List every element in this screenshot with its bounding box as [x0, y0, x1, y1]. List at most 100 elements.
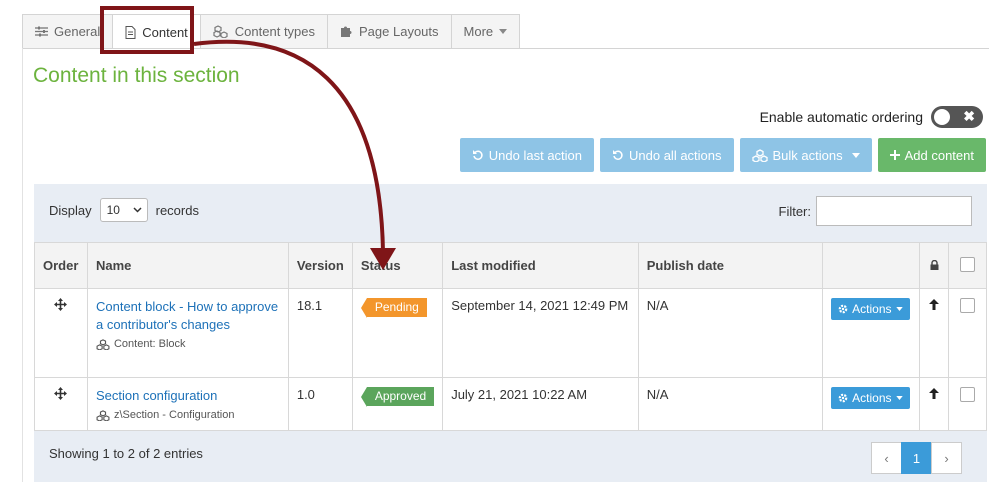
auto-ordering: Enable automatic ordering ✖ [760, 106, 983, 128]
gear-icon [838, 304, 848, 314]
row-checkbox[interactable] [960, 298, 976, 313]
toggle-knob [934, 109, 950, 125]
pagination: ‹ 1 › [871, 442, 962, 474]
version-cell: 18.1 [287, 288, 353, 378]
pagination-next[interactable]: › [931, 442, 962, 474]
col-order[interactable]: Order [34, 242, 88, 289]
content-link[interactable]: Section configuration [96, 387, 280, 405]
pagination-page[interactable]: 1 [901, 442, 932, 474]
undo-all-actions-button[interactable]: Undo all actions [600, 138, 734, 172]
table-header-row: Order Name Version Status Last modified … [34, 242, 987, 289]
row-checkbox[interactable] [960, 387, 976, 402]
drag-handle[interactable] [34, 377, 88, 431]
actions-label: Actions [852, 302, 892, 316]
status-badge: Pending [360, 298, 427, 318]
table-row: Content block - How to approve a contrib… [34, 288, 987, 378]
records-per-page-select[interactable]: 10 [99, 198, 148, 222]
gear-icon [838, 393, 848, 403]
select-cell [948, 288, 987, 378]
publish-date-cell: N/A [637, 288, 824, 378]
auto-ordering-label: Enable automatic ordering [759, 109, 923, 125]
publish-date-cell: N/A [637, 377, 824, 431]
undo-icon [472, 150, 483, 160]
content-panel: Display 10 records Filter: Order Name Ve… [34, 184, 987, 482]
display-label: Display [49, 202, 92, 218]
records-per-page-value: 10 [106, 203, 120, 217]
col-status[interactable]: Status [351, 242, 444, 289]
tab-more[interactable]: More [450, 14, 521, 48]
cubes-icon [96, 338, 110, 350]
status-badge: Approved [360, 387, 435, 407]
content-type: z\Section - Configuration [96, 409, 280, 421]
status-cell: Approved [351, 377, 444, 431]
annotation-highlight-box [100, 6, 194, 54]
name-cell: Content block - How to approve a contrib… [86, 288, 289, 378]
status-cell: Pending [351, 288, 444, 378]
name-cell: Section configuration z\Section - Config… [86, 377, 289, 431]
filter-input[interactable] [816, 196, 972, 226]
content-type-label: Content: Block [113, 338, 186, 350]
caret-down-icon [895, 307, 903, 311]
actions-button[interactable]: Actions [831, 387, 910, 409]
content-left-border [22, 48, 23, 482]
actions-label: Actions [852, 391, 892, 405]
toolbar: Undo last action Undo all actions Bulk a… [459, 138, 986, 172]
filter-label: Filter: [778, 203, 812, 219]
close-icon: ✖ [963, 108, 975, 124]
bulk-actions-label: Bulk actions [772, 147, 843, 163]
bulk-actions-button[interactable]: Bulk actions [739, 138, 872, 172]
last-modified-cell: September 14, 2021 12:49 PM [442, 288, 639, 378]
cubes-icon [751, 148, 768, 162]
move-icon [54, 387, 68, 400]
col-publish-date[interactable]: Publish date [637, 242, 824, 289]
undo-last-action-button[interactable]: Undo last action [459, 138, 595, 172]
content-type-label: z\Section - Configuration [113, 409, 235, 421]
tab-page-layouts-label: Page Layouts [359, 24, 439, 39]
add-content-button[interactable]: Add content [877, 138, 986, 172]
col-name[interactable]: Name [86, 242, 289, 289]
sliders-icon [35, 26, 48, 37]
section-title: Content in this section [33, 64, 240, 87]
tab-general-label: General [54, 24, 101, 39]
content-table: Order Name Version Status Last modified … [34, 242, 987, 431]
add-content-label: Add content [904, 147, 974, 163]
display-records: Display 10 records [49, 198, 199, 222]
select-cell [948, 377, 987, 431]
tab-bar: General Content Content types Page Layou… [22, 14, 521, 49]
pagination-prev[interactable]: ‹ [871, 442, 902, 474]
arrow-up-icon[interactable] [929, 388, 940, 399]
lock-icon [930, 259, 939, 270]
cubes-icon [213, 25, 228, 38]
actions-cell: Actions [822, 288, 921, 378]
undo-all-actions-label: Undo all actions [629, 147, 722, 163]
undo-icon [613, 150, 623, 160]
caret-down-icon [851, 152, 860, 158]
move-up-cell [919, 377, 950, 431]
chevron-down-icon [133, 207, 142, 213]
actions-button[interactable]: Actions [831, 298, 910, 320]
filter: Filter: [778, 196, 972, 226]
plus-icon [889, 150, 900, 160]
content-type: Content: Block [96, 338, 280, 350]
cubes-icon [96, 409, 110, 421]
undo-last-action-label: Undo last action [488, 147, 583, 163]
last-modified-cell: July 21, 2021 10:22 AM [442, 377, 639, 431]
tab-content-types[interactable]: Content types [199, 14, 329, 48]
col-version[interactable]: Version [287, 242, 353, 289]
puzzle-icon [341, 26, 352, 37]
caret-down-icon [499, 29, 508, 34]
drag-handle[interactable] [34, 288, 88, 378]
version-cell: 1.0 [287, 377, 353, 431]
select-all-checkbox[interactable] [960, 256, 976, 272]
actions-cell: Actions [822, 377, 921, 431]
tab-content-types-label: Content types [234, 24, 316, 39]
tab-page-layouts[interactable]: Page Layouts [327, 14, 452, 48]
col-last-modified[interactable]: Last modified [442, 242, 639, 289]
tab-more-label: More [463, 24, 494, 39]
caret-down-icon [895, 396, 903, 400]
move-up-cell [919, 288, 950, 378]
content-link[interactable]: Content block - How to approve a contrib… [96, 298, 280, 334]
table-row: Section configuration z\Section - Config… [34, 377, 987, 431]
auto-ordering-toggle[interactable]: ✖ [931, 106, 983, 128]
arrow-up-icon[interactable] [929, 299, 940, 310]
